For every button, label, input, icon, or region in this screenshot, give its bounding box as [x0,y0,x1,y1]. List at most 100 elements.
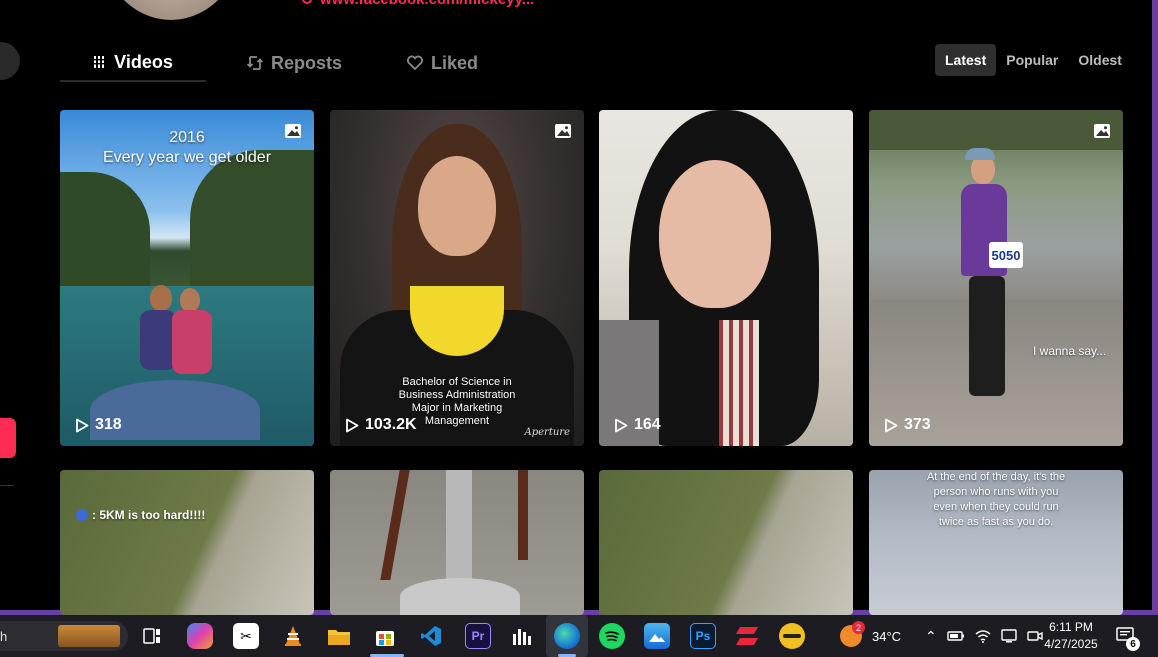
video-card[interactable] [330,470,584,615]
clock-date: 4/27/2025 [1044,637,1098,651]
video-card[interactable]: 5050 I wanna say... 373 [869,110,1123,446]
temperature-text: 34°C [872,628,902,644]
profile-tabs: Videos Reposts Liked [60,44,492,84]
photo-icon [1094,124,1110,138]
sort-oldest-button[interactable]: Oldest [1068,44,1132,76]
premiere-pro-icon[interactable]: Pr [465,623,491,649]
watermark-logo: Aperture [524,427,570,438]
edge-icon[interactable] [554,623,580,649]
video-caption: : 5KM is too hard!!!! [76,508,205,522]
notification-badge: 6 [1126,637,1140,651]
microsoft-store-icon[interactable] [372,623,398,649]
play-icon [615,418,628,432]
caption-line: : 5KM is too hard!!!! [92,508,206,522]
view-count: 318 [75,416,122,434]
tab-liked[interactable]: Liked [392,44,492,82]
video-card[interactable]: Bachelor of Science in Business Administ… [330,110,584,446]
video-card[interactable] [599,470,853,615]
cliff-left [60,172,150,292]
tab-reposts[interactable]: Reposts [206,44,382,82]
table-pole [446,470,472,590]
person-legs [969,276,1005,396]
tab-liked-label: Liked [430,52,478,73]
battery-icon[interactable] [947,630,965,642]
video-caption: I wanna say... [1033,344,1107,358]
person-body [140,310,176,370]
chevron-up-icon[interactable]: ⌃ [925,628,937,645]
play-icon [885,418,898,432]
cliff-right [190,150,314,290]
play-icon [76,418,89,432]
sidebar-pill[interactable] [0,42,20,80]
sort-latest-button[interactable]: Latest [935,44,997,76]
sort-options: Latest Popular Oldest [935,44,1132,76]
wifi-icon[interactable] [975,629,991,643]
windows-taskbar: h ✂ Pr Ps 2 34°C ⌃ 6:11 PM 4/27/2025 6 [0,615,1158,657]
view-count-value: 373 [904,416,931,433]
person-cap [965,148,995,160]
caption-line: twice as fast as you do. [938,516,1054,528]
tab-videos[interactable]: Videos [60,44,206,82]
view-count-value: 103.2K [365,416,417,433]
yellow-app-icon[interactable] [779,623,805,649]
photos-icon[interactable] [644,623,670,649]
weather-widget[interactable]: 2 34°C [840,615,901,657]
file-explorer-icon[interactable] [326,623,352,649]
video-card[interactable]: 164 [599,110,853,446]
tab-reposts-label: Reposts [270,52,342,73]
profile-link-text: www.facebook.com/mickeyy... [320,0,534,8]
person-face [659,160,771,308]
repost-icon [246,56,264,70]
network-icon[interactable] [1001,629,1017,643]
video-card[interactable]: At the end of the day, it's the person w… [869,470,1123,615]
photo-icon [555,124,571,138]
audio-app-icon[interactable] [509,623,535,649]
view-count-value: 318 [95,416,122,433]
clock-time: 6:11 PM [1049,620,1093,634]
table-base [400,578,520,615]
tree-canopy [869,110,1123,150]
photoshop-icon[interactable]: Ps [690,623,716,649]
chair-leg [380,470,410,580]
system-tray-icons: ⌃ [925,615,1043,657]
window-frame-right [1152,0,1158,612]
search-text-fragment: h [0,629,8,644]
globe-emoji-icon [76,509,88,521]
person-face [180,288,200,312]
capcut-icon[interactable]: ✂ [233,623,259,649]
caption-line: Every year we get older [102,149,272,166]
profile-avatar[interactable] [96,0,246,20]
sidebar-divider [0,485,14,486]
video-card[interactable]: 2016 Every year we get older 318 [60,110,314,446]
express-app-icon[interactable] [734,623,760,649]
taskbar-search[interactable]: h [0,621,128,651]
tab-videos-label: Videos [114,51,173,72]
play-icon [346,418,359,432]
caption-line: person who runs with you [933,486,1059,498]
view-count: 164 [614,416,661,434]
copilot-icon[interactable] [187,623,213,649]
person-body [172,310,212,374]
heart-lock-icon [407,55,423,71]
weather-sun-icon: 2 [840,621,865,647]
caption-line: even when they could run [933,501,1059,513]
profile-bio-link[interactable]: www.facebook.com/mickeyy... [302,0,534,8]
race-bib: 5050 [989,242,1023,268]
chair-leg [518,470,528,560]
sort-popular-button[interactable]: Popular [996,44,1068,76]
video-caption: 2016 Every year we get older [60,128,314,168]
sidebar-red-button[interactable] [0,418,16,458]
photo-icon [285,124,301,138]
search-highlight-image [58,625,120,647]
vlc-icon[interactable] [280,623,306,649]
view-count: 103.2K [345,416,417,434]
spotify-icon[interactable] [599,623,625,649]
task-view-icon[interactable] [139,623,165,649]
person-face [418,156,496,256]
taskbar-clock[interactable]: 6:11 PM 4/27/2025 [1040,619,1102,653]
video-card[interactable]: : 5KM is too hard!!!! [60,470,314,615]
vscode-icon[interactable] [418,623,444,649]
grid-icon [94,56,107,68]
view-count: 373 [884,416,931,434]
caption-line: Major in Marketing [411,402,503,414]
